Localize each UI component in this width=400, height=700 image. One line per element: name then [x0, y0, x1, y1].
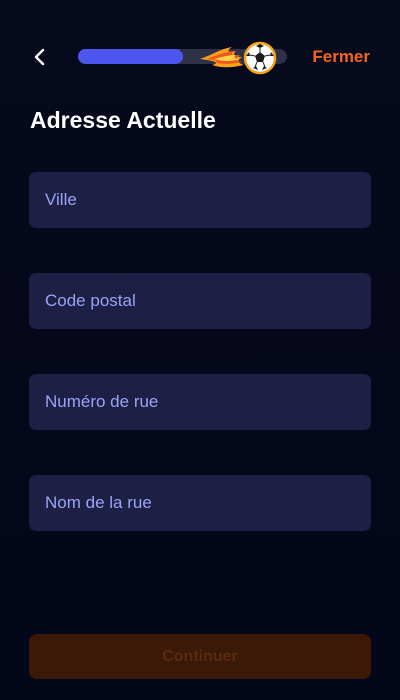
postal-code-input[interactable]	[29, 273, 371, 329]
street-name-input[interactable]	[29, 475, 371, 531]
progress-fill	[78, 49, 183, 64]
continue-button[interactable]: Continuer	[29, 634, 371, 679]
top-bar: Fermer	[0, 38, 400, 78]
address-screen: Fermer Adresse Actuelle Continuer	[0, 0, 400, 700]
progress-bar	[78, 41, 287, 75]
close-button[interactable]: Fermer	[312, 47, 370, 67]
back-button[interactable]	[26, 42, 54, 72]
flaming-soccer-ball-icon	[200, 41, 277, 75]
chevron-left-icon	[34, 48, 45, 66]
city-input[interactable]	[29, 172, 371, 228]
street-number-input[interactable]	[29, 374, 371, 430]
page-title: Adresse Actuelle	[30, 107, 216, 133]
